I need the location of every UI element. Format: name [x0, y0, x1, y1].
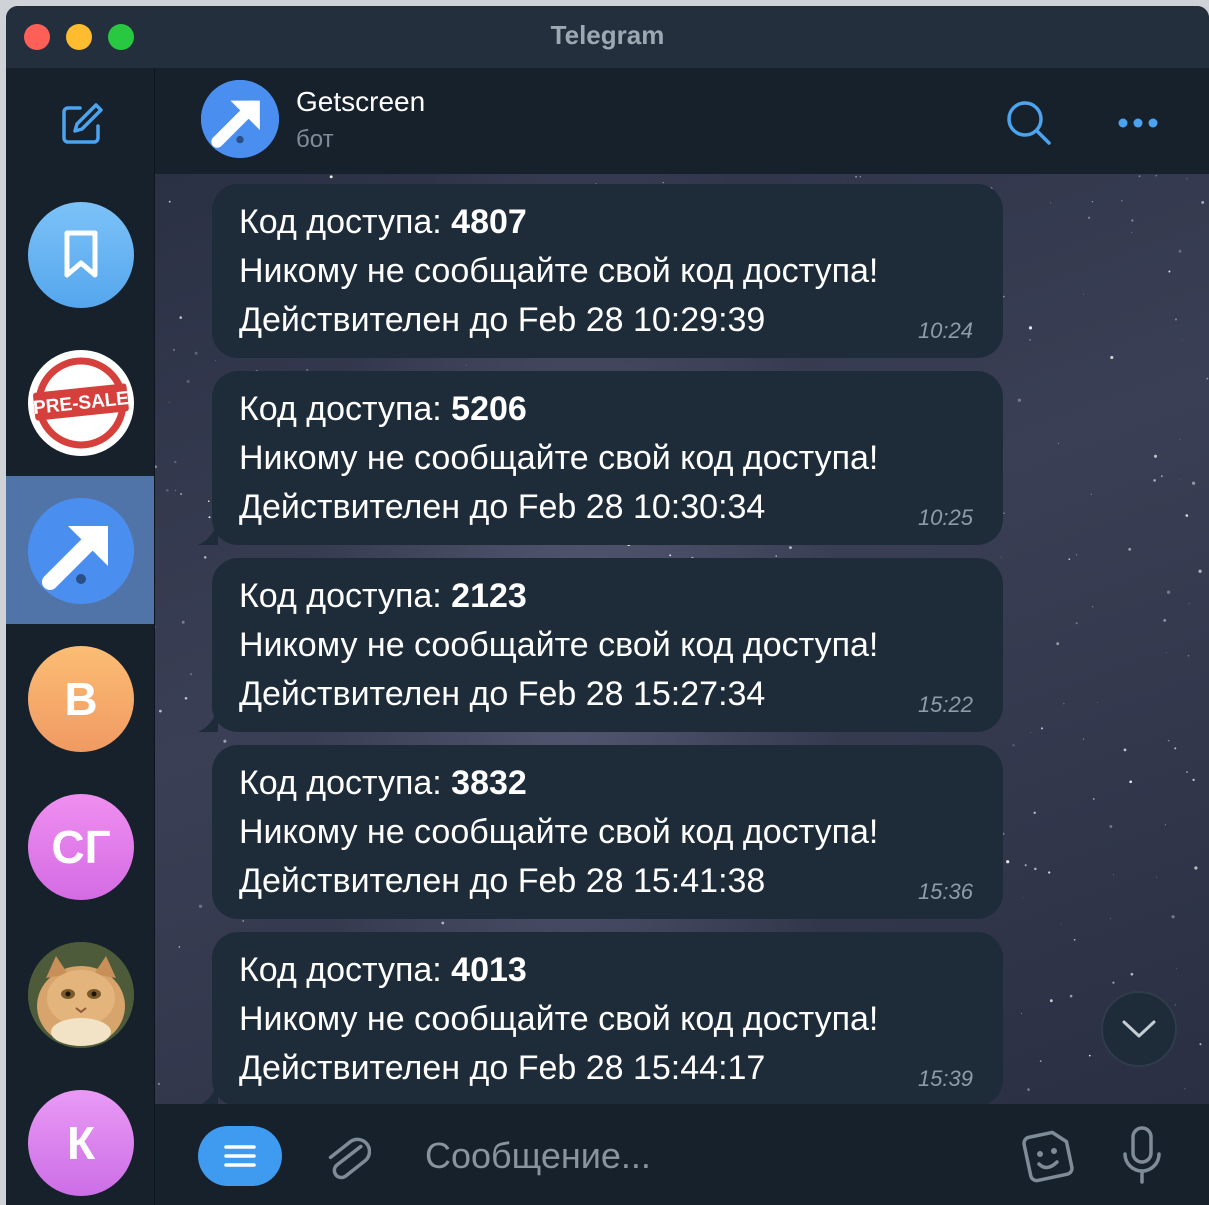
- avatar: К: [28, 1090, 134, 1196]
- bookmark-icon: [64, 230, 98, 278]
- message-time: 15:39: [917, 1066, 973, 1091]
- bubble-tail: [198, 708, 218, 732]
- message-code: 4013: [451, 951, 527, 989]
- title-bar: Telegram: [6, 6, 1209, 69]
- arrow-up-right-icon: [42, 526, 108, 590]
- menu-icon: [224, 1145, 256, 1167]
- chat-item-b[interactable]: В: [6, 624, 154, 772]
- message-time: 15:22: [917, 692, 973, 717]
- chat-item-k[interactable]: К: [6, 1068, 154, 1205]
- message-bubble[interactable]: Код доступа: 4013 Никому не сообщайте св…: [201, 932, 1003, 1104]
- chat-title[interactable]: Getscreen: [296, 86, 425, 118]
- message-validity: Действителен до Feb 28 15:41:38: [239, 862, 766, 900]
- message-code-label: Код доступа:: [239, 577, 452, 615]
- message-code-label: Код доступа:: [239, 764, 452, 802]
- avatar: [28, 942, 134, 1048]
- bubble-tail: [198, 521, 218, 545]
- telegram-window: Telegram PRE-SALE В СГ К Getscreen бот К…: [6, 6, 1209, 1205]
- message-validity: Действителен до Feb 28 10:29:39: [239, 301, 766, 339]
- message-warning: Никому не сообщайте свой код доступа!: [239, 252, 879, 290]
- message-validity: Действителен до Feb 28 15:44:17: [239, 1049, 766, 1087]
- chat-avatar[interactable]: [201, 80, 279, 158]
- more-icon[interactable]: [1113, 108, 1163, 138]
- chat-sidebar: PRE-SALE В СГ К: [6, 68, 155, 1205]
- avatar: СГ: [28, 794, 134, 900]
- message-validity: Действителен до Feb 28 15:27:34: [239, 675, 766, 713]
- arrow-up-right-icon: [201, 80, 279, 158]
- message-code-line: Код доступа: 4013: [239, 946, 979, 995]
- chat-header: Getscreen бот: [155, 68, 1209, 174]
- message-code-line: Код доступа: 5206: [239, 385, 979, 434]
- avatar: [28, 202, 134, 308]
- compose-icon[interactable]: [58, 100, 106, 148]
- message-code-label: Код доступа:: [239, 203, 452, 241]
- message-warning: Никому не сообщайте свой код доступа!: [239, 1000, 879, 1038]
- message-time: 10:25: [917, 505, 973, 530]
- chevron-down-icon: [1122, 1020, 1156, 1038]
- message-code: 5206: [451, 390, 527, 428]
- chat-item-presale[interactable]: PRE-SALE: [6, 328, 154, 476]
- paperclip-icon[interactable]: [321, 1126, 372, 1186]
- chat-item-saved-messages[interactable]: [6, 180, 154, 328]
- avatar: В: [28, 646, 134, 752]
- search-icon[interactable]: [1004, 98, 1054, 148]
- message-warning: Никому не сообщайте свой код доступа!: [239, 439, 879, 477]
- message-warning: Никому не сообщайте свой код доступа!: [239, 813, 879, 851]
- message-code-line: Код доступа: 4807: [239, 198, 979, 247]
- message-composer: [155, 1104, 1209, 1205]
- message-warning: Никому не сообщайте свой код доступа!: [239, 626, 879, 664]
- message-list[interactable]: Код доступа: 4807 Никому не сообщайте св…: [155, 174, 1209, 1104]
- message-bubble[interactable]: Код доступа: 3832 Никому не сообщайте св…: [212, 745, 1003, 919]
- message-time: 10:24: [917, 318, 973, 343]
- microphone-icon[interactable]: [1119, 1124, 1165, 1188]
- message-code-line: Код доступа: 2123: [239, 572, 979, 621]
- chat-status: бот: [296, 126, 334, 153]
- message-bubble[interactable]: Код доступа: 5206 Никому не сообщайте св…: [198, 371, 1003, 545]
- message-validity: Действителен до Feb 28 10:30:34: [239, 488, 766, 526]
- message-code-line: Код доступа: 3832: [239, 759, 979, 808]
- cat-photo: [28, 942, 134, 1048]
- chat-item-sg[interactable]: СГ: [6, 772, 154, 920]
- message-time: 15:36: [917, 879, 973, 904]
- bubble-tail: [201, 1082, 218, 1104]
- message-code: 2123: [451, 577, 527, 615]
- sticker-icon[interactable]: [1017, 1126, 1077, 1186]
- chat-item-getscreen[interactable]: [6, 476, 154, 624]
- avatar: PRE-SALE: [28, 350, 134, 456]
- presale-stamp-icon: PRE-SALE: [32, 356, 130, 450]
- window-title: Telegram: [550, 20, 665, 50]
- message-code: 3832: [451, 764, 527, 802]
- message-input[interactable]: [405, 1124, 1005, 1188]
- scroll-down-button[interactable]: [1101, 991, 1177, 1067]
- avatar: [28, 498, 134, 604]
- bot-menu-button[interactable]: [198, 1126, 282, 1186]
- message-bubble[interactable]: Код доступа: 4807 Никому не сообщайте св…: [212, 184, 1003, 358]
- message-code-label: Код доступа:: [239, 951, 452, 989]
- message-code: 4807: [451, 203, 527, 241]
- chat-item-cat[interactable]: [6, 920, 154, 1068]
- message-code-label: Код доступа:: [239, 390, 452, 428]
- message-bubble[interactable]: Код доступа: 2123 Никому не сообщайте св…: [198, 558, 1003, 732]
